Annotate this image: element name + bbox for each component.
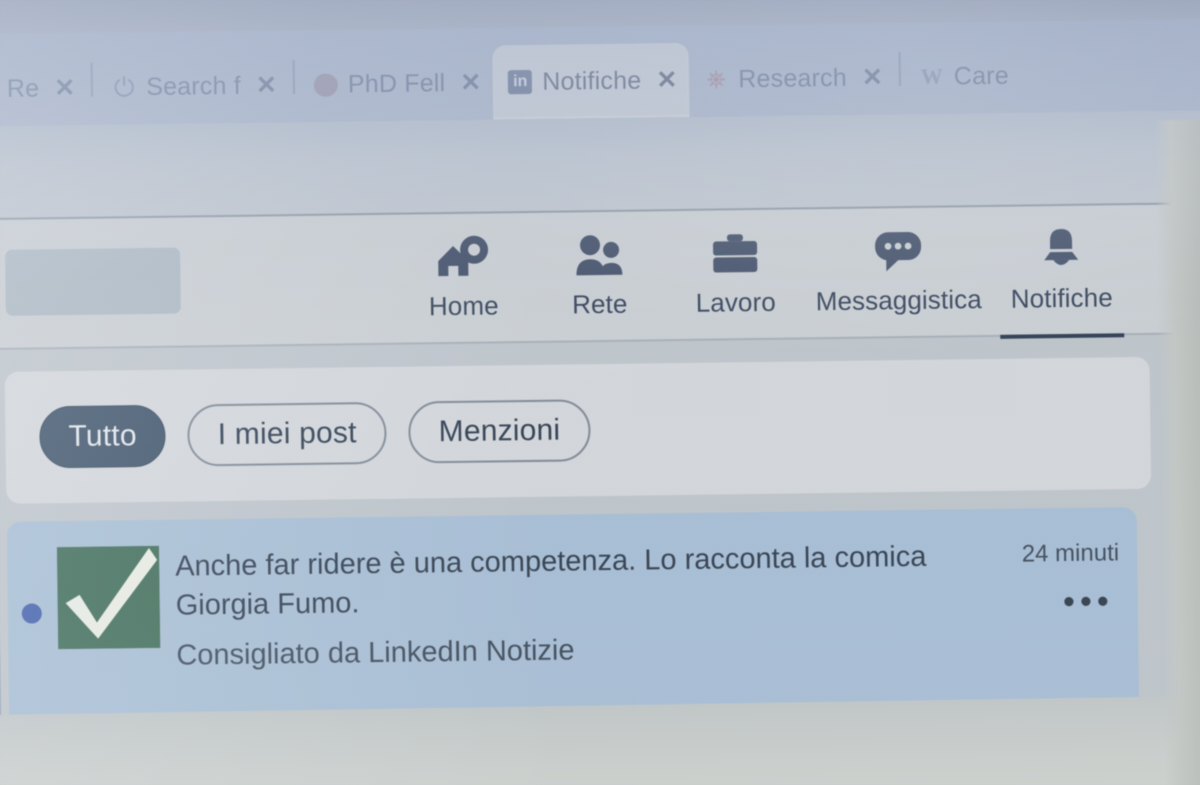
browser-tab-2-close-icon[interactable]: ✕ [460, 68, 481, 96]
browser-tab-1[interactable]: ⏻ Search f ✕ [97, 48, 290, 125]
browser-tab-3-close-icon[interactable]: ✕ [656, 66, 677, 94]
filter-pill-i-miei-post-label: I miei post [217, 416, 357, 452]
screen-content: Re ✕ ⏻ Search f ✕ PhD Fell ✕ in Notifich… [0, 2, 1200, 785]
unread-dot [21, 603, 42, 624]
notification-more-options-button[interactable]: ••• [1063, 582, 1120, 621]
linkedin-global-nav: Home Rete Lavoro Messaggistica Notifiche [0, 202, 1200, 350]
browser-tab-4-title: Research [738, 63, 848, 93]
nav-active-underline [1000, 333, 1125, 339]
notification-body: Anche far ridere è una competenza. Lo ra… [175, 536, 935, 674]
message-icon [871, 224, 926, 279]
browser-tab-2[interactable]: PhD Fell ✕ [298, 45, 493, 122]
browser-tab-3-title: Notifiche [542, 66, 642, 96]
checkmark-thumbnail[interactable] [56, 545, 161, 650]
nav-item-messaggistica-label: Messaggistica [815, 284, 982, 317]
tab-separator [898, 52, 901, 87]
browser-tab-1-title: Search f [146, 71, 242, 101]
nav-item-notifiche-label: Notifiche [1010, 282, 1113, 314]
browser-tab-0-title: Re [6, 73, 40, 103]
notification-item[interactable]: Anche far ridere è una competenza. Lo ra… [7, 507, 1139, 676]
browser-tab-5[interactable]: W Care [904, 39, 1021, 115]
notification-subtitle: Consigliato da LinkedIn Notizie [176, 634, 575, 672]
linkedin-page: Home Rete Lavoro Messaggistica Notifiche… [0, 202, 1200, 785]
filter-pill-tutto-label: Tutto [68, 419, 137, 454]
blob-icon [313, 71, 339, 97]
browser-tab-5-title: Care [953, 61, 1010, 90]
briefcase-icon [709, 226, 762, 281]
power-icon: ⎈ [706, 65, 727, 93]
browser-tab-2-title: PhD Fell [347, 68, 446, 98]
nav-item-home[interactable]: Home [395, 213, 533, 347]
nav-item-notifiche[interactable]: Notifiche [993, 205, 1131, 339]
global-nav-items: Home Rete Lavoro Messaggistica Notifiche [395, 205, 1131, 347]
nav-item-lavoro-label: Lavoro [695, 286, 777, 318]
word-icon: W [919, 64, 945, 90]
browser-tab-4[interactable]: ⎈ Research ✕ [689, 40, 896, 117]
filter-pill-menzioni[interactable]: Menzioni [408, 399, 591, 464]
filter-pill-menzioni-label: Menzioni [438, 413, 561, 449]
browser-chrome-gap [0, 110, 1200, 218]
nav-item-rete-label: Rete [571, 288, 628, 320]
linkedin-icon: in [507, 69, 533, 95]
notification-meta: 24 minuti ••• [949, 533, 1120, 621]
notifications-filter-bar: Tutto I miei post Menzioni [4, 356, 1152, 504]
filter-pill-tutto[interactable]: Tutto [39, 404, 167, 469]
word-favicon-text: W [920, 63, 943, 89]
nav-item-messaggistica[interactable]: Messaggistica [803, 207, 995, 341]
people-icon: ⏻ [113, 72, 135, 103]
notification-timestamp: 24 minuti [1021, 539, 1120, 568]
bell-icon [1036, 222, 1087, 277]
linkedin-favicon-text: in [508, 69, 533, 95]
browser-tab-0-close-icon[interactable]: ✕ [54, 73, 75, 101]
notification-headline: Anche far ridere è una competenza. Lo ra… [174, 540, 927, 622]
browser-tab-1-close-icon[interactable]: ✕ [256, 71, 277, 99]
browser-tab-0[interactable]: Re ✕ [0, 51, 88, 126]
nav-item-lavoro[interactable]: Lavoro [667, 209, 805, 343]
search-input[interactable] [5, 247, 181, 316]
filter-pill-i-miei-post[interactable]: I miei post [187, 401, 388, 467]
home-icon [434, 229, 493, 284]
network-icon [573, 228, 626, 283]
browser-tab-4-close-icon[interactable]: ✕ [862, 63, 883, 91]
nav-item-home-label: Home [428, 290, 499, 322]
tab-separator [90, 62, 94, 97]
nav-item-rete[interactable]: Rete [531, 211, 669, 345]
browser-tab-active-notifiche[interactable]: in Notifiche ✕ [492, 42, 690, 120]
tab-separator [292, 60, 295, 95]
photo-of-screen: Re ✕ ⏻ Search f ✕ PhD Fell ✕ in Notifich… [0, 0, 1200, 785]
